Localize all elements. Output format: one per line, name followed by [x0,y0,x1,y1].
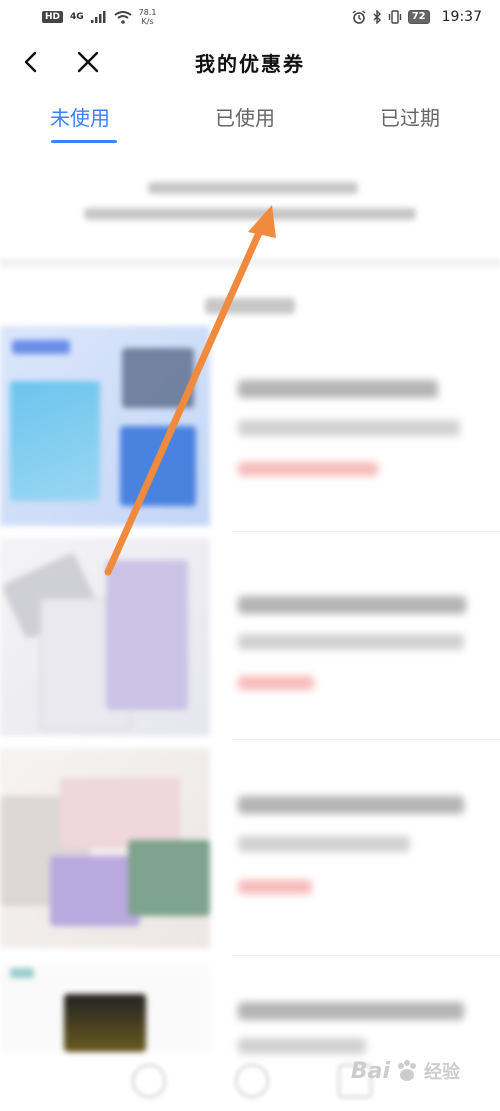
vibrate-icon [388,10,401,24]
product-subtitle [238,634,464,650]
watermark-text: Bai [350,1058,390,1084]
wifi-icon [114,10,132,24]
product-price [238,676,314,690]
product-price [238,462,378,476]
network-type: 4G [70,12,84,22]
product-title [238,596,466,614]
signal-icon [90,11,106,23]
list-separator [232,739,500,740]
product-thumbnail [0,748,210,948]
product-subtitle [238,420,460,436]
tab-used[interactable]: 已使用 [215,102,275,131]
status-right: 72 19:37 [352,9,482,25]
close-icon[interactable] [74,48,102,76]
status-left: HD 4G 78.1 K/s [42,8,156,26]
list-item[interactable] [0,742,500,956]
list-item[interactable] [0,322,500,532]
product-thumbnail [0,966,210,1052]
status-time: 19:37 [441,9,482,25]
battery-indicator: 72 [407,10,430,24]
circle-icon[interactable] [235,1064,269,1098]
empty-state-line [84,208,416,220]
list-separator [232,531,500,532]
list-item[interactable] [0,534,500,740]
network-speed: 78.1 K/s [139,8,157,26]
paw-icon [398,1060,416,1081]
watermark: Bai 经验 [351,1058,460,1084]
recommend-header [0,290,500,320]
empty-state-line [148,182,358,194]
tab-expired[interactable]: 已过期 [380,102,440,131]
watermark-suffix: 经验 [424,1062,460,1083]
bluetooth-icon [373,10,381,24]
product-thumbnail [0,326,210,526]
nav-bar: 我的优惠券 [0,36,500,88]
list-separator [232,955,500,956]
product-title [238,380,438,398]
product-subtitle [238,836,410,852]
product-title [238,796,464,814]
active-tab-indicator [51,140,117,143]
recommend-header-text [205,298,295,314]
home-icon[interactable] [132,1064,166,1098]
product-thumbnail [0,538,210,736]
status-bar: HD 4G 78.1 K/s 72 19:37 [0,0,500,34]
tab-unused[interactable]: 未使用 [50,102,110,131]
alarm-icon [352,10,366,24]
hd-badge: HD [42,11,64,23]
section-divider [0,258,500,268]
network-speed-value: 78.1 [138,8,157,17]
product-price [238,880,312,894]
list-item[interactable] [0,958,500,1054]
network-speed-unit: K/s [141,17,154,26]
chevron-left-icon[interactable] [18,48,46,76]
product-title [238,1002,464,1020]
empty-state [0,150,500,260]
coupon-tabs: 未使用 已使用 已过期 [0,96,500,144]
